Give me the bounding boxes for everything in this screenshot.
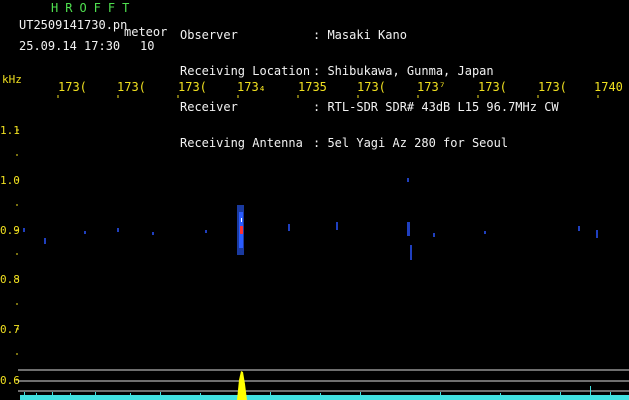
waterfall-plot — [16, 95, 629, 400]
spectrum-frame — [18, 369, 629, 392]
spectrum-peak — [237, 371, 247, 400]
meteor-echo — [237, 205, 244, 255]
freq-ticks — [57, 95, 599, 98]
y-ticks — [16, 129, 19, 381]
noise-traces — [23, 178, 598, 260]
spectrum-noise — [20, 386, 629, 400]
